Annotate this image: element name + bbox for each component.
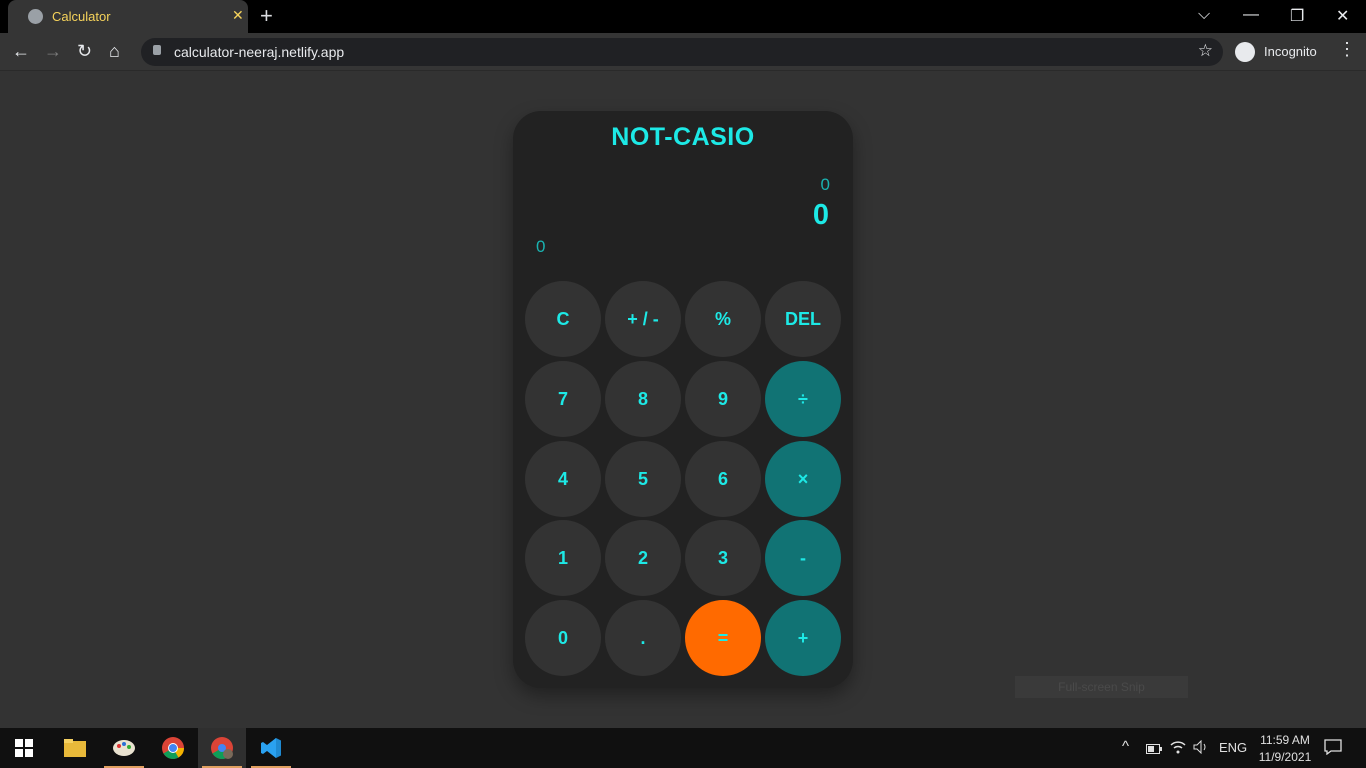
file-explorer-icon[interactable] [51, 728, 99, 768]
tab-close-icon[interactable]: ✕ [232, 7, 244, 24]
divide-button[interactable]: ÷ [765, 361, 841, 437]
url-text: calculator-neeraj.netlify.app [174, 44, 345, 60]
clock-date: 11/9/2021 [1258, 750, 1312, 764]
subtract-button[interactable]: - [765, 520, 841, 596]
address-bar[interactable]: calculator-neeraj.netlify.app ☆ [141, 38, 1223, 66]
windows-taskbar: ^ ENG 11:59 AM 11/9/2021 [0, 728, 1366, 768]
notification-icon[interactable] [1324, 739, 1342, 758]
chrome-icon[interactable] [149, 728, 197, 768]
tray-chevron-icon[interactable]: ^ [1122, 738, 1129, 755]
equals-button[interactable]: = [685, 600, 761, 676]
digit-8-button[interactable]: 8 [605, 361, 681, 437]
multiply-button[interactable]: × [765, 441, 841, 517]
clear-button[interactable]: C [525, 281, 601, 357]
current-operand: 0 [812, 199, 829, 231]
digit-5-button[interactable]: 5 [605, 441, 681, 517]
tab-calculator[interactable]: Calculator ✕ [8, 0, 248, 33]
digit-6-button[interactable]: 6 [685, 441, 761, 517]
lock-icon [153, 45, 161, 55]
globe-icon [28, 9, 43, 24]
percent-button[interactable]: % [685, 281, 761, 357]
sign-toggle-button[interactable]: + / - [605, 281, 681, 357]
memory-value: 0 [536, 237, 546, 256]
digit-0-button[interactable]: 0 [525, 600, 601, 676]
digit-1-button[interactable]: 1 [525, 520, 601, 596]
vscode-icon[interactable] [247, 728, 295, 768]
digit-3-button[interactable]: 3 [685, 520, 761, 596]
forward-icon[interactable]: → [44, 41, 62, 62]
tab-search-icon[interactable]: ⌵ [1198, 6, 1210, 24]
volume-icon[interactable] [1193, 739, 1209, 757]
language-indicator[interactable]: ENG [1219, 740, 1247, 755]
add-button[interactable]: + [765, 600, 841, 676]
incognito-icon [1235, 42, 1255, 62]
browser-menu-icon[interactable]: ⋮ [1338, 39, 1356, 60]
chrome-profile-icon[interactable] [198, 728, 246, 768]
close-window-button[interactable]: ✕ [1336, 6, 1349, 26]
decimal-button[interactable]: . [605, 600, 681, 676]
browser-tab-strip: Calculator ✕ + ⌵ — ❐ ✕ [0, 0, 1366, 33]
home-icon[interactable]: ⌂ [109, 41, 120, 62]
minimize-button[interactable]: — [1243, 6, 1259, 24]
digit-9-button[interactable]: 9 [685, 361, 761, 437]
digit-7-button[interactable]: 7 [525, 361, 601, 437]
new-tab-button[interactable]: + [260, 4, 273, 28]
reload-icon[interactable]: ↻ [77, 41, 92, 62]
windows-start-icon[interactable] [0, 728, 48, 768]
incognito-label[interactable]: Incognito [1264, 44, 1317, 59]
calculator: NOT-CASIO 0 0 0 C + / -% DEL 7 8 9 ÷ 4 5 6 × 1 2 3- 0.… [513, 111, 853, 688]
digit-2-button[interactable]: 2 [605, 520, 681, 596]
clock-time: 11:59 AM [1260, 733, 1310, 747]
back-icon[interactable]: ← [12, 41, 30, 62]
battery-icon[interactable] [1146, 742, 1162, 757]
paint-icon[interactable] [100, 728, 148, 768]
bookmark-star-icon[interactable]: ☆ [1198, 41, 1213, 61]
previous-operand: 0 [820, 175, 830, 194]
browser-toolbar: ← → ↻ ⌂ calculator-neeraj.netlify.app ☆ … [0, 33, 1366, 71]
digit-4-button[interactable]: 4 [525, 441, 601, 517]
wifi-icon[interactable] [1170, 740, 1186, 757]
system-clock[interactable]: 11:59 AM 11/9/2021 [1253, 732, 1317, 766]
calculator-title: NOT-CASIO [611, 123, 755, 151]
snip-watermark: Full-screen Snip [1015, 676, 1188, 698]
delete-button[interactable]: DEL [765, 281, 841, 357]
restore-button[interactable]: ❐ [1290, 6, 1304, 26]
tab-title: Calculator [52, 9, 111, 24]
